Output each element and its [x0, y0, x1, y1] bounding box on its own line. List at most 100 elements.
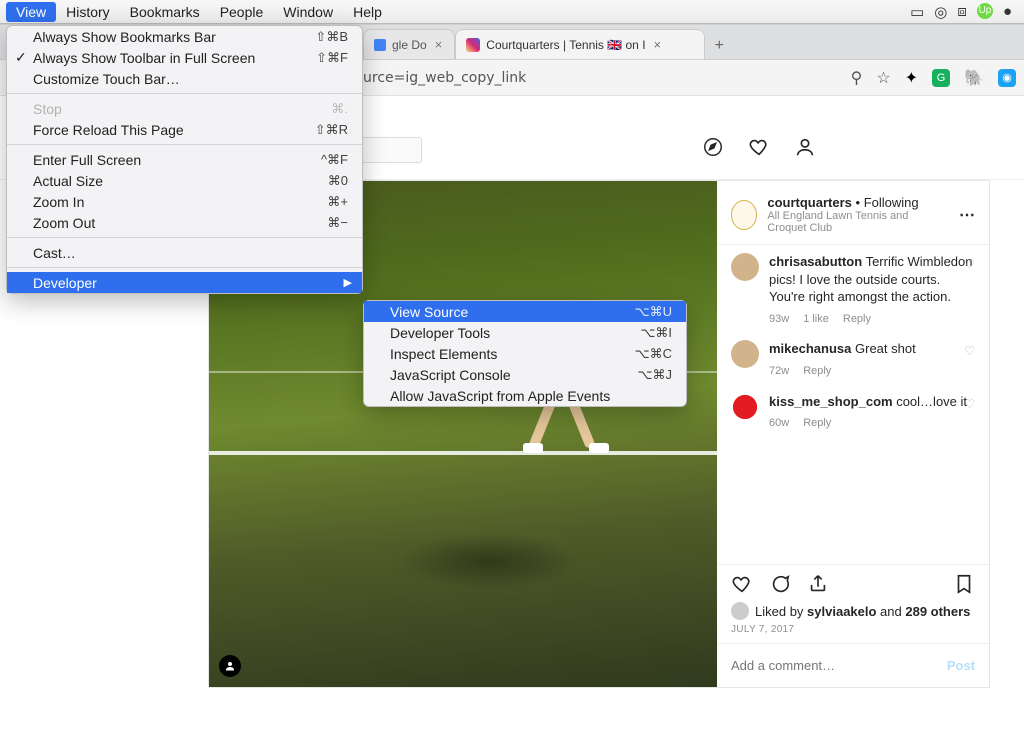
commenter-username[interactable]: chrisasabutton	[769, 254, 862, 269]
view-menu-dropdown: Always Show Bookmarks Bar⇧⌘B ✓ Always Sh…	[6, 25, 363, 294]
extension-figma-icon[interactable]: ✦	[905, 68, 918, 88]
post-more-icon[interactable]: ⋯	[959, 205, 975, 225]
menu-zoom-out[interactable]: Zoom Out⌘−	[7, 212, 362, 233]
menu-cast[interactable]: Cast…	[7, 242, 362, 263]
comment-row: chrisasabutton Terrific Wimbledon pics! …	[731, 253, 975, 326]
tab-instagram[interactable]: Courtquarters | Tennis 🇬🇧 on I ×	[455, 29, 705, 59]
commenter-username[interactable]: kiss_me_shop_com	[769, 394, 893, 409]
menu-customize-touch-bar[interactable]: Customize Touch Bar…	[7, 68, 362, 89]
liked-by-user[interactable]: sylviaakelo	[807, 604, 876, 619]
menu-view[interactable]: View	[6, 2, 56, 22]
menu-separator	[7, 144, 362, 145]
comments-list: chrisasabutton Terrific Wimbledon pics! …	[717, 245, 989, 564]
comment-text: Great shot	[855, 341, 916, 356]
menu-help[interactable]: Help	[343, 2, 392, 22]
search-glyph-icon[interactable]: ⚲	[851, 68, 863, 88]
toolbar-icons: ⚲ ☆ ✦ G 🐘 ◉	[851, 68, 1016, 88]
comment-age: 93w	[769, 312, 789, 327]
tab-doc-favicon	[374, 39, 386, 51]
tab-doc-title: gle Do	[392, 38, 427, 52]
profile-icon[interactable]	[794, 136, 816, 164]
activity-heart-icon[interactable]	[748, 136, 770, 164]
commenter-avatar[interactable]	[731, 393, 759, 421]
commenter-username[interactable]: mikechanusa	[769, 341, 851, 356]
share-icon[interactable]	[807, 573, 829, 598]
post-location[interactable]: All England Lawn Tennis and Croquet Club	[767, 210, 949, 234]
likes-summary[interactable]: Liked by sylviaakelo and 289 others	[717, 602, 989, 620]
user-menu-icon[interactable]: ●	[1003, 3, 1012, 21]
post-sidebar: courtquarters • Following All England La…	[717, 181, 989, 687]
submenu-view-source[interactable]: View Source⌥⌘U	[364, 301, 686, 322]
submenu-javascript-console[interactable]: JavaScript Console⌥⌘J	[364, 364, 686, 385]
comment-row: kiss_me_shop_com cool…love it 60w Reply …	[731, 393, 975, 431]
extension-evernote-icon[interactable]: 🐘	[964, 68, 984, 88]
submenu-developer-tools[interactable]: Developer Tools⌥⌘I	[364, 322, 686, 343]
comment-text: cool…love it	[896, 394, 967, 409]
comment-age: 60w	[769, 416, 789, 431]
instagram-nav-actions	[702, 136, 816, 164]
comment-reply[interactable]: Reply	[843, 312, 871, 327]
submenu-arrow-icon: ▶	[344, 276, 352, 289]
post-action-bar	[717, 564, 989, 602]
add-comment-row: Post	[717, 643, 989, 687]
like-comment-icon[interactable]: ♡	[964, 397, 975, 411]
author-avatar[interactable]	[731, 200, 757, 230]
menu-window[interactable]: Window	[273, 2, 343, 22]
commenter-avatar[interactable]	[731, 340, 759, 368]
liked-by-mid: and	[876, 604, 905, 619]
developer-submenu: View Source⌥⌘U Developer Tools⌥⌘I Inspec…	[363, 300, 687, 407]
menu-zoom-in[interactable]: Zoom In⌘+	[7, 191, 362, 212]
upwork-icon[interactable]: Up	[977, 3, 993, 19]
comment-age: 72w	[769, 364, 789, 379]
submenu-allow-js-apple-events[interactable]: Allow JavaScript from Apple Events	[364, 385, 686, 406]
menu-enter-full-screen[interactable]: Enter Full Screen^⌘F	[7, 149, 362, 170]
address-bar[interactable]	[363, 70, 839, 86]
menu-stop: Stop⌘.	[7, 98, 362, 119]
menu-bookmarks[interactable]: Bookmarks	[120, 2, 210, 22]
tab-doc-close-icon[interactable]: ×	[433, 37, 445, 52]
bookmark-star-icon[interactable]: ☆	[876, 68, 890, 88]
comment-likes[interactable]: 1 like	[803, 312, 829, 327]
like-comment-icon[interactable]: ♡	[964, 257, 975, 271]
menu-always-show-toolbar-fullscreen[interactable]: ✓ Always Show Toolbar in Full Screen⇧⌘F	[7, 47, 362, 68]
commenter-avatar[interactable]	[731, 253, 759, 281]
menu-developer[interactable]: Developer ▶	[7, 272, 362, 293]
follow-state[interactable]: Following	[864, 195, 919, 210]
like-comment-icon[interactable]: ♡	[964, 344, 975, 358]
dot-separator: •	[856, 195, 861, 210]
instagram-favicon	[466, 38, 480, 52]
comment-icon[interactable]	[769, 573, 791, 598]
comment-row: mikechanusa Great shot 72w Reply ♡	[731, 340, 975, 378]
menu-separator	[7, 237, 362, 238]
submenu-inspect-elements[interactable]: Inspect Elements⌥⌘C	[364, 343, 686, 364]
menu-force-reload[interactable]: Force Reload This Page⇧⌘R	[7, 119, 362, 140]
tagged-people-icon[interactable]	[219, 655, 241, 677]
explore-icon[interactable]	[702, 136, 724, 164]
creative-cloud-icon[interactable]: ◎	[934, 3, 947, 21]
tab-google-doc[interactable]: gle Do ×	[363, 29, 455, 59]
dropbox-icon[interactable]: ⧈	[957, 3, 967, 21]
post-comment-button[interactable]: Post	[947, 658, 975, 673]
extension-feed-icon[interactable]: ◉	[998, 69, 1016, 87]
save-bookmark-icon[interactable]	[953, 573, 975, 598]
mac-menubar: View History Bookmarks People Window Hel…	[0, 0, 1024, 24]
add-comment-input[interactable]	[731, 658, 947, 673]
extension-grammarly-icon[interactable]: G	[932, 69, 950, 87]
tab-ig-close-icon[interactable]: ×	[652, 37, 664, 52]
tab-ig-title: Courtquarters | Tennis 🇬🇧 on I	[486, 38, 645, 52]
author-username[interactable]: courtquarters	[767, 195, 852, 210]
menu-people[interactable]: People	[210, 2, 274, 22]
display-icon[interactable]: ▭	[910, 3, 924, 21]
menu-history[interactable]: History	[56, 2, 120, 22]
liker-avatar	[731, 602, 749, 620]
menu-separator	[7, 267, 362, 268]
menu-always-show-bookmarks-bar[interactable]: Always Show Bookmarks Bar⇧⌘B	[7, 26, 362, 47]
like-icon[interactable]	[731, 573, 753, 598]
new-tab-button[interactable]: +	[705, 33, 733, 59]
comment-reply[interactable]: Reply	[803, 416, 831, 431]
liked-by-prefix: Liked by	[755, 604, 807, 619]
liked-by-count[interactable]: 289 others	[905, 604, 970, 619]
comment-reply[interactable]: Reply	[803, 364, 831, 379]
menu-actual-size[interactable]: Actual Size⌘0	[7, 170, 362, 191]
check-icon: ✓	[15, 49, 27, 66]
